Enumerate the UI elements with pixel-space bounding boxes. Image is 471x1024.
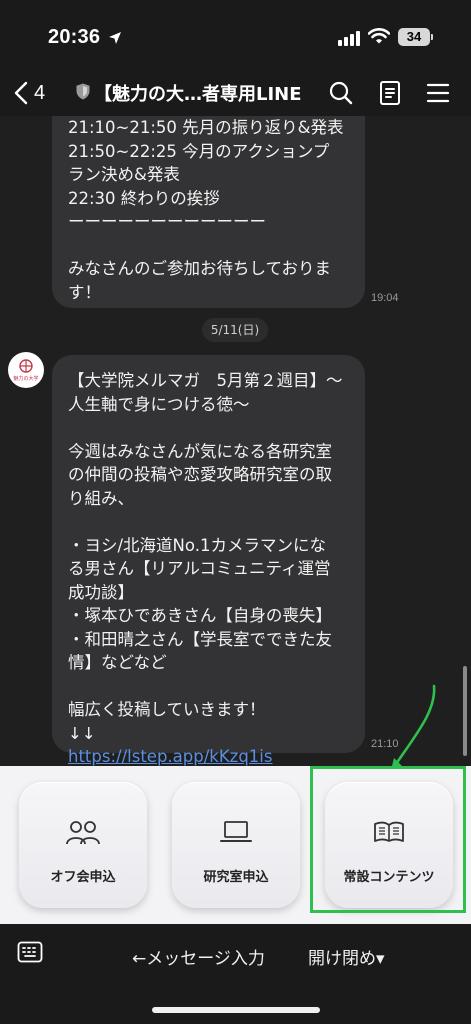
unread-count: 4 [34,81,46,104]
scrollbar[interactable] [463,666,467,756]
message-line [68,416,349,440]
message-line: 情】などなど [68,653,167,672]
menu-label: オフ会申込 [50,870,116,885]
message-bubble[interactable]: 【大学院メルマガ 5月第２週目】〜 人生軸で身につける徳〜 今週はみなさんが気に… [52,355,365,766]
chat-header: 4 【魅力の大…者専用LINE [0,70,471,116]
message-line: の仲間の投稿や恋愛攻略研究室の取 [68,465,332,484]
status-time: 20:36 [48,26,101,48]
message-line: 幅広く投稿していきます！ [68,700,266,719]
rich-menu: オフ会申込 研究室申込 常設コンテンツ [0,766,471,924]
battery-tip [431,34,433,40]
avatar[interactable]: 魅力の大学 [8,352,44,388]
notes-icon[interactable] [378,80,402,110]
lab-apply-button[interactable]: 研究室申込 [172,782,300,908]
message-input-toggle[interactable]: ←メッセージ入力 [132,944,265,969]
avatar-label: 魅力の大学 [13,376,39,382]
annotation-arrow-icon [390,684,436,774]
message-line: ーーーーーーーーーーーー [68,212,266,231]
message-line: ・ヨシ/北海道No.1カメラマンにな [68,535,326,555]
battery-indicator: 34 [398,28,430,46]
location-arrow-icon [108,30,122,49]
message-line: 成功談】 [68,582,134,602]
chevron-left-icon [14,81,28,105]
status-bar: 20:36 34 [0,0,471,70]
message-line: 21:10~21:50 先月の振り返り&発表 [68,118,344,137]
message-link[interactable]: https://lstep.app/kKzq1is [68,745,349,766]
back-button[interactable]: 4 [14,78,45,108]
message-line: 人生軸で身につける徳〜 [68,394,250,414]
menu-label: 研究室申込 [203,870,269,885]
offline-meetup-apply-button[interactable]: オフ会申込 [19,782,147,908]
date-separator: 5/11(日) [202,318,268,342]
message-line [68,675,349,699]
message-line: みなさんのご参加お待ちしておりま [68,259,332,278]
chat-title[interactable]: 【魅力の大…者専用LINE [94,80,302,106]
message-line: ラン決め&発表 [68,165,180,184]
keyboard-icon[interactable] [17,941,43,967]
search-icon[interactable] [328,80,354,110]
laptop-icon [220,821,252,842]
menu-icon[interactable] [426,80,450,110]
message-line: 21:50~22:25 今月のアクションプ [68,141,330,161]
message-line: ↓↓ [68,723,96,743]
message-line: 22:30 終わりの挨拶 [68,188,220,208]
annotation-highlight-box [310,766,466,913]
home-indicator [152,1007,320,1013]
message-line: り組み、 [68,488,134,508]
cellular-signal-icon [338,30,360,46]
people-icon [66,821,100,845]
message-line: 今週はみなさんが気になる各研究室 [68,441,332,461]
message-line: ・和田晴之さん【学長室でできた友 [68,629,332,649]
message-line: る男さん【リアルコミュニティ運営 [68,559,331,578]
message-bubble[interactable]: 21:10~21:50 先月の振り返り&発表 21:50~22:25 今月のアク… [52,116,365,308]
message-line: ・塚本ひであきさん【自身の喪失】 [68,606,332,625]
rich-menu-toggle[interactable]: 開け閉め▾ [308,944,385,969]
logo-icon [19,359,33,373]
message-line [68,234,349,258]
bottom-bar: ←メッセージ入力 開け閉め▾ [0,924,471,1024]
message-timestamp: 19:04 [371,292,399,304]
message-line: す！ [68,282,101,302]
shield-icon [76,83,90,104]
message-line: 【大学院メルマガ 5月第２週目】〜 [68,371,343,390]
wifi-icon [367,28,391,48]
chat-area[interactable]: 21:10~21:50 先月の振り返り&発表 21:50~22:25 今月のアク… [0,116,471,766]
message-line [68,510,349,534]
